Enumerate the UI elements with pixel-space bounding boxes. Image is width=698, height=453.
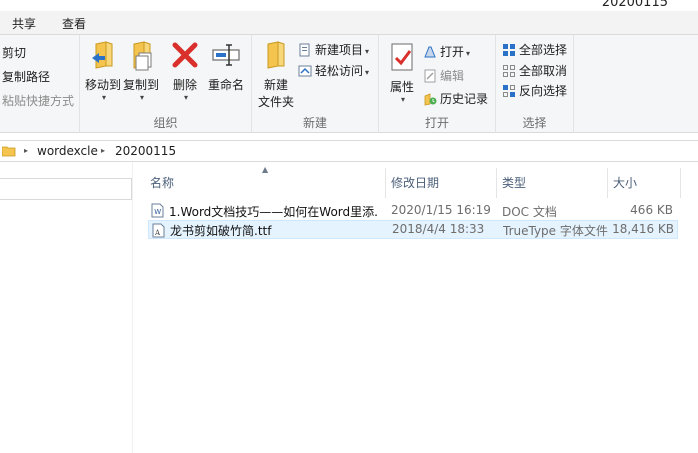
history-icon xyxy=(424,93,437,106)
new-item-icon xyxy=(299,43,310,57)
file-date: 2020/1/15 16:19 xyxy=(391,203,491,217)
invert-selection-button[interactable]: 反向选择 xyxy=(502,82,567,99)
copy-to-icon xyxy=(133,41,152,71)
column-header-date[interactable]: 修改日期 xyxy=(391,174,439,191)
copy-to-button[interactable]: 复制到 ▾ xyxy=(122,39,160,102)
column-divider[interactable] xyxy=(607,168,608,198)
navigation-pane[interactable] xyxy=(0,162,133,453)
easy-access-button[interactable]: 轻松访问 ▾ xyxy=(298,62,369,79)
column-header-name[interactable]: 名称 xyxy=(150,174,174,191)
file-size: 18,416 KB xyxy=(612,222,674,236)
easy-access-dropdown-icon: ▾ xyxy=(365,68,370,77)
organize-group-label: 组织 xyxy=(153,116,178,130)
new-item-dropdown-icon: ▾ xyxy=(365,47,370,56)
breadcrumb-separator-icon[interactable]: ▸ xyxy=(101,146,105,155)
open-group: 属性 ▾ 打开 ▾ 编辑 历史记录 打开 xyxy=(379,35,496,133)
table-row[interactable]: W 1.Word文档技巧——如何在Word里添... 2020/1/15 16:… xyxy=(148,201,678,220)
breadcrumb-20200115[interactable]: 20200115 xyxy=(115,144,176,158)
file-type: DOC 文档 xyxy=(502,205,557,219)
delete-icon xyxy=(172,42,198,68)
file-name: 龙书剪如破竹简.ttf xyxy=(170,224,272,238)
file-date: 2018/4/4 18:33 xyxy=(392,222,485,236)
window-title: 20200115 xyxy=(601,0,668,10)
select-group: 全部选择 全部取消 反向选择 选择 xyxy=(496,35,574,133)
breadcrumb-separator-icon[interactable]: ▸ xyxy=(24,146,28,155)
rename-icon xyxy=(212,44,240,66)
cut-button[interactable]: 剪切 xyxy=(2,44,26,61)
edit-icon xyxy=(424,69,436,83)
new-group: 新建 文件夹 新建项目 ▾ 轻松访问 ▾ 新建 xyxy=(252,35,379,133)
file-type: TrueType 字体文件 xyxy=(503,224,608,238)
new-folder-button[interactable]: 新建 文件夹 xyxy=(256,39,296,110)
folder-icon xyxy=(267,41,285,69)
rename-button[interactable]: 重命名 xyxy=(204,39,248,93)
ribbon: 剪切 复制路径 粘贴快捷方式 移动到 ▾ 复制到 ▾ 删除 ▾ 重命名 组织 新… xyxy=(0,35,698,133)
file-list: ▲ 名称 修改日期 类型 大小 W 1.Word文档技巧——如何在Word里添.… xyxy=(134,162,698,453)
svg-text:A: A xyxy=(154,229,161,237)
column-header-type[interactable]: 类型 xyxy=(502,174,526,191)
select-all-button[interactable]: 全部选择 xyxy=(502,41,567,58)
table-row[interactable]: A 龙书剪如破竹简.ttf 2018/4/4 18:33 TrueType 字体… xyxy=(148,220,678,239)
new-item-button[interactable]: 新建项目 ▾ xyxy=(298,41,369,58)
new-group-label: 新建 xyxy=(302,116,327,130)
navigation-pane-selected-item[interactable] xyxy=(0,178,132,200)
select-none-icon xyxy=(503,65,515,77)
column-header-size[interactable]: 大小 xyxy=(613,174,637,191)
properties-icon xyxy=(391,43,413,71)
column-divider[interactable] xyxy=(385,168,386,198)
open-dropdown-icon: ▾ xyxy=(466,49,471,58)
font-file-icon: A xyxy=(152,223,165,238)
open-group-label: 打开 xyxy=(424,116,449,130)
copy-to-dropdown-icon: ▾ xyxy=(139,93,144,102)
invert-selection-icon xyxy=(503,85,515,97)
column-divider[interactable] xyxy=(496,168,497,198)
easy-access-icon xyxy=(298,65,312,77)
file-size: 466 KB xyxy=(630,203,673,217)
svg-text:W: W xyxy=(154,208,161,216)
tab-share[interactable]: 共享 xyxy=(12,15,36,32)
properties-dropdown-icon: ▾ xyxy=(400,95,405,104)
paste-shortcut-button[interactable]: 粘贴快捷方式 xyxy=(2,92,74,109)
select-group-label: 选择 xyxy=(522,116,547,130)
column-divider[interactable] xyxy=(680,168,681,198)
delete-button[interactable]: 删除 ▾ xyxy=(168,39,202,102)
title-bar: 20200115 xyxy=(0,0,698,11)
ribbon-tabs: 共享 查看 xyxy=(0,11,698,35)
file-name: 1.Word文档技巧——如何在Word里添... xyxy=(169,205,377,219)
doc-file-icon: W xyxy=(151,203,164,218)
move-to-dropdown-icon: ▾ xyxy=(101,93,106,102)
properties-button[interactable]: 属性 ▾ xyxy=(385,41,419,104)
organize-group: 移动到 ▾ 复制到 ▾ 删除 ▾ 重命名 组织 xyxy=(80,35,252,133)
folder-icon xyxy=(2,146,16,157)
address-bar[interactable]: ▸ wordexcle ▸ 20200115 xyxy=(0,140,698,162)
select-none-button[interactable]: 全部取消 xyxy=(502,62,567,79)
edit-button[interactable]: 编辑 xyxy=(423,67,464,84)
select-all-icon xyxy=(503,44,515,56)
clipboard-group: 剪切 复制路径 粘贴快捷方式 xyxy=(0,35,80,133)
history-button[interactable]: 历史记录 xyxy=(423,90,488,107)
breadcrumb-wordexcle[interactable]: wordexcle xyxy=(37,144,98,158)
move-to-icon xyxy=(92,41,113,69)
open-button[interactable]: 打开 ▾ xyxy=(423,43,470,60)
tab-view[interactable]: 查看 xyxy=(62,15,86,32)
sort-ascending-icon: ▲ xyxy=(262,165,269,174)
delete-dropdown-icon: ▾ xyxy=(183,93,188,102)
move-to-button[interactable]: 移动到 ▾ xyxy=(84,39,122,102)
open-icon xyxy=(424,46,436,58)
copy-path-button[interactable]: 复制路径 xyxy=(2,68,50,85)
